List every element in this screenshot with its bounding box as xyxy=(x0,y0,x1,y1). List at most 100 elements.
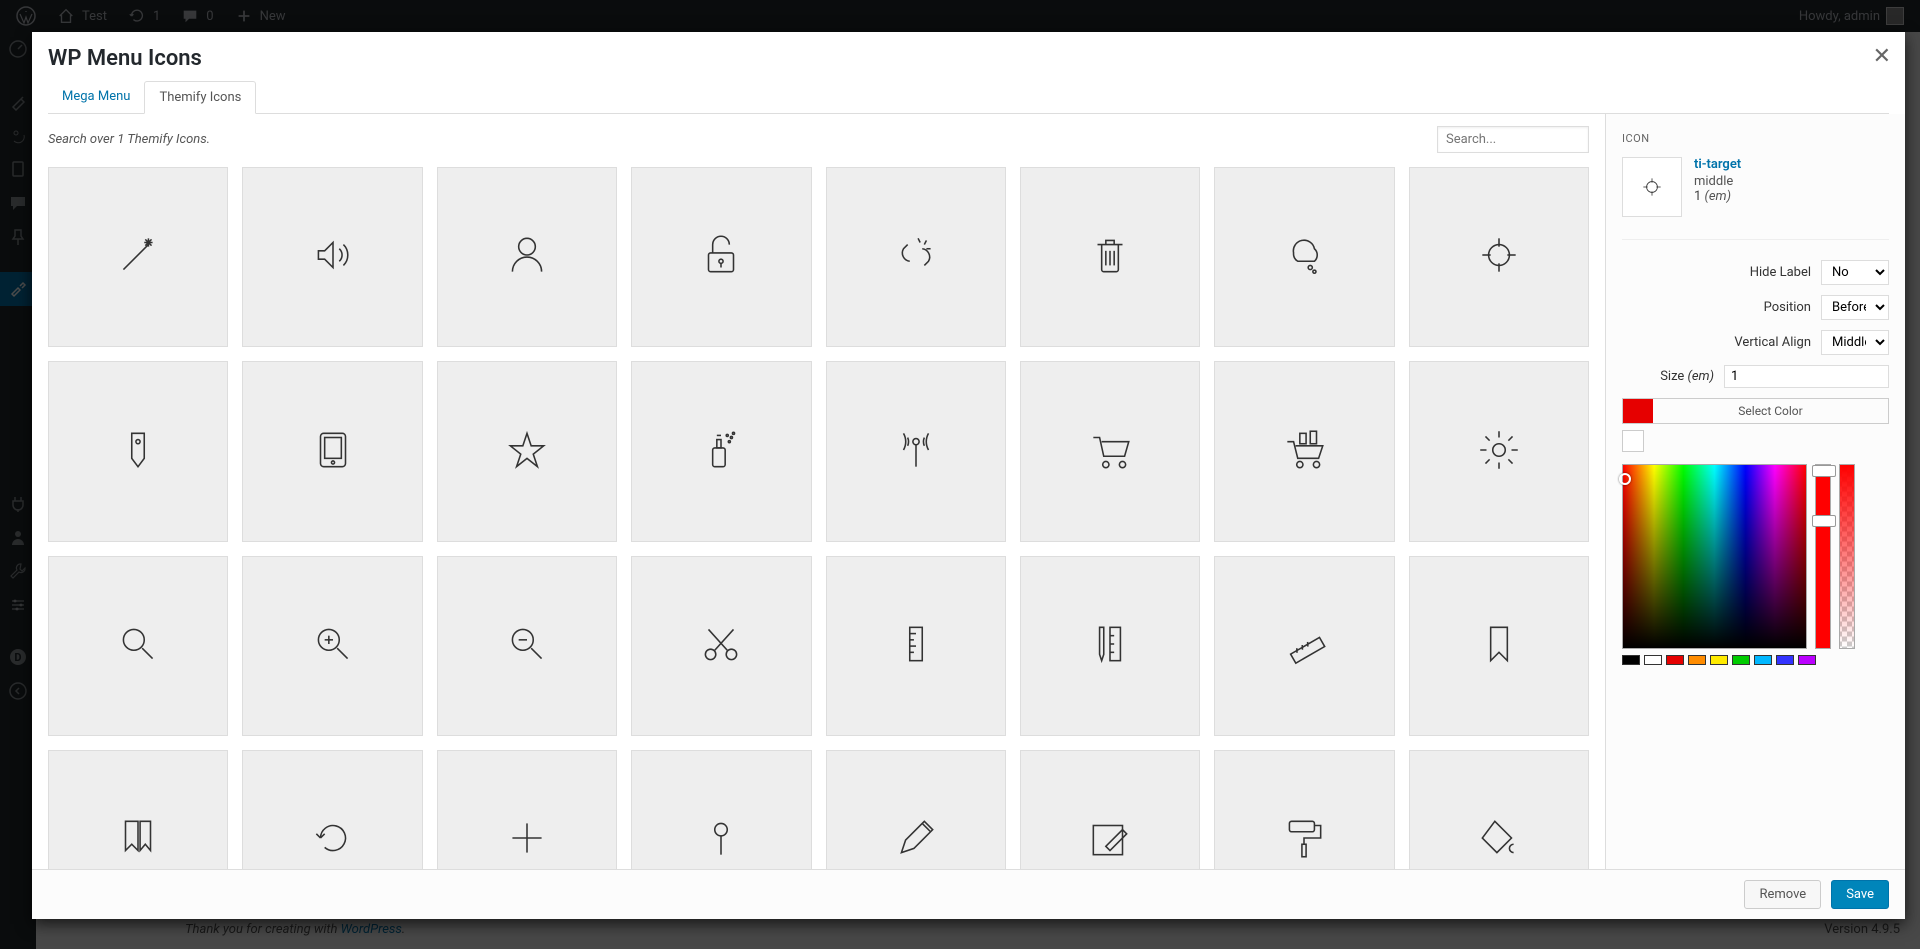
color-swatch[interactable] xyxy=(1776,655,1794,665)
color-swatch[interactable] xyxy=(1732,655,1750,665)
modal-tabs: Mega MenuThemify Icons xyxy=(48,81,1889,114)
icon-tile[interactable] xyxy=(242,556,422,736)
tablet-icon xyxy=(308,425,358,479)
star-icon xyxy=(502,425,552,479)
icon-tile[interactable] xyxy=(48,556,228,736)
size-label: Size (em) xyxy=(1622,369,1714,384)
bookmark-icon xyxy=(1474,619,1524,673)
tab-themify-icons[interactable]: Themify Icons xyxy=(144,81,256,114)
unlink-icon xyxy=(891,230,941,284)
icon-grid xyxy=(48,167,1589,869)
icon-tile[interactable] xyxy=(631,750,811,869)
icon-tile[interactable] xyxy=(826,361,1006,541)
icon-tile[interactable] xyxy=(1020,556,1200,736)
hide-label-select[interactable]: No xyxy=(1821,260,1889,285)
search-input[interactable] xyxy=(1437,126,1589,153)
icon-tile[interactable] xyxy=(1409,167,1589,347)
icon-tile[interactable] xyxy=(631,167,811,347)
icon-tile[interactable] xyxy=(631,361,811,541)
icon-tile[interactable] xyxy=(1409,556,1589,736)
color-swatch[interactable] xyxy=(1622,655,1640,665)
ruler-alt-icon xyxy=(1279,619,1329,673)
target-icon xyxy=(1474,230,1524,284)
icon-tile[interactable] xyxy=(437,167,617,347)
icon-tile[interactable] xyxy=(631,556,811,736)
icon-tile[interactable] xyxy=(826,750,1006,869)
settings-icon xyxy=(1474,425,1524,479)
icon-tile[interactable] xyxy=(1020,167,1200,347)
bookmark-alt-icon xyxy=(113,813,163,867)
selected-icon-preview xyxy=(1622,157,1682,217)
color-select-label: Select Color xyxy=(1653,399,1888,423)
color-swatch[interactable] xyxy=(1688,655,1706,665)
wand-icon xyxy=(113,230,163,284)
tab-mega-menu[interactable]: Mega Menu xyxy=(48,81,144,113)
icon-tile[interactable] xyxy=(242,361,422,541)
color-swatch[interactable] xyxy=(1666,655,1684,665)
color-swatch-icon xyxy=(1623,399,1653,423)
position-select[interactable]: Before xyxy=(1821,295,1889,320)
color-saturation-area[interactable] xyxy=(1622,464,1807,649)
color-swatch[interactable] xyxy=(1798,655,1816,665)
volume-icon xyxy=(308,230,358,284)
icon-tile[interactable] xyxy=(1214,750,1394,869)
settings-heading: ICON xyxy=(1622,132,1889,145)
zoom-in-icon xyxy=(308,619,358,673)
tag-icon xyxy=(113,425,163,479)
pencil-icon xyxy=(891,813,941,867)
icon-tile[interactable] xyxy=(1214,361,1394,541)
icon-tile[interactable] xyxy=(48,361,228,541)
hide-label-label: Hide Label xyxy=(1622,265,1811,280)
pencil-alt-icon xyxy=(1085,813,1135,867)
current-color-box xyxy=(1622,430,1644,452)
icon-tile[interactable] xyxy=(48,167,228,347)
color-hue-slider[interactable] xyxy=(1815,464,1831,649)
save-button[interactable]: Save xyxy=(1831,880,1889,909)
icon-settings-pane: ICON ti-target middle 1 (em) Hide Label … xyxy=(1605,114,1905,869)
unlock-icon xyxy=(696,230,746,284)
selected-icon-size-unit: (em) xyxy=(1705,189,1731,204)
icon-tile[interactable] xyxy=(826,556,1006,736)
icon-tile[interactable] xyxy=(437,556,617,736)
icon-library-pane: Search over 1 Themify Icons. xyxy=(32,114,1605,869)
icon-tile[interactable] xyxy=(1409,361,1589,541)
color-select-button[interactable]: Select Color xyxy=(1622,398,1889,424)
color-swatches xyxy=(1622,655,1889,665)
signal-icon xyxy=(891,425,941,479)
modal-title: WP Menu Icons xyxy=(48,46,1889,71)
remove-button[interactable]: Remove xyxy=(1744,880,1821,909)
hue-handle-icon xyxy=(1812,465,1836,477)
paint-bucket-icon xyxy=(1474,813,1524,867)
search-icon xyxy=(113,619,163,673)
zoom-out-icon xyxy=(502,619,552,673)
color-alpha-slider[interactable] xyxy=(1839,464,1855,649)
icon-tile[interactable] xyxy=(1214,556,1394,736)
modal-footer: Remove Save xyxy=(32,869,1905,919)
icon-tile[interactable] xyxy=(1214,167,1394,347)
icon-tile[interactable] xyxy=(1020,750,1200,869)
icon-tile[interactable] xyxy=(826,167,1006,347)
plus-icon xyxy=(502,813,552,867)
valign-label: Vertical Align xyxy=(1622,335,1811,350)
paint-roller-icon xyxy=(1279,813,1329,867)
color-swatch[interactable] xyxy=(1644,655,1662,665)
icon-tile[interactable] xyxy=(242,167,422,347)
close-button[interactable]: ✕ xyxy=(1873,44,1891,69)
valign-select[interactable]: Middle xyxy=(1821,330,1889,355)
icon-tile[interactable] xyxy=(1409,750,1589,869)
trash-icon xyxy=(1085,230,1135,284)
icon-tile[interactable] xyxy=(437,750,617,869)
color-swatch[interactable] xyxy=(1754,655,1772,665)
user-icon xyxy=(502,230,552,284)
icon-tile[interactable] xyxy=(437,361,617,541)
icon-tile[interactable] xyxy=(1020,361,1200,541)
color-swatch[interactable] xyxy=(1710,655,1728,665)
color-picker xyxy=(1622,464,1889,665)
icon-tile[interactable] xyxy=(242,750,422,869)
shopping-cart-full-icon xyxy=(1279,425,1329,479)
size-input[interactable] xyxy=(1724,365,1889,388)
selected-icon-name: ti-target xyxy=(1694,157,1741,172)
icon-tile[interactable] xyxy=(48,750,228,869)
close-icon: ✕ xyxy=(1873,44,1891,69)
pin-icon xyxy=(696,813,746,867)
